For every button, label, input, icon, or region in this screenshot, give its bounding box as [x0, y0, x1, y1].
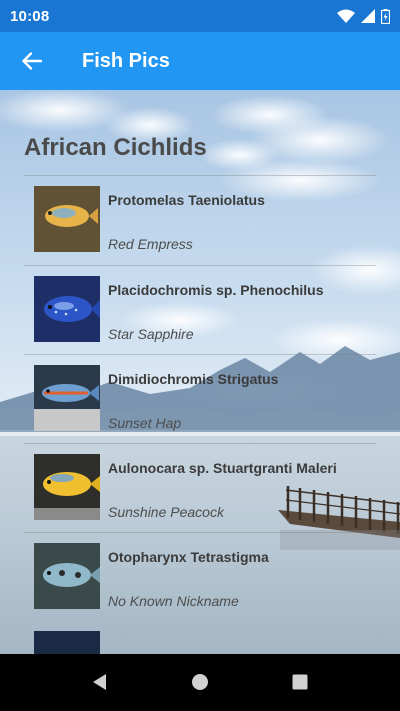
- status-icons: [337, 8, 390, 24]
- nav-bar: [0, 654, 400, 711]
- fish-thumbnail: [34, 186, 100, 252]
- wifi-icon: [337, 9, 355, 23]
- square-recents-icon: [292, 674, 308, 690]
- circle-home-icon: [192, 674, 208, 690]
- fish-list[interactable]: African Cichlids Protomelas Taeniolatus …: [0, 90, 400, 654]
- fish-name: Protomelas Taeniolatus: [108, 192, 265, 208]
- back-button[interactable]: [0, 32, 64, 90]
- battery-icon: [381, 8, 390, 24]
- fish-thumbnail: [34, 454, 100, 520]
- list-item[interactable]: Placidochromis sp. Phenochilus Star Sapp…: [24, 266, 376, 355]
- fish-nickname: Star Sapphire: [108, 326, 194, 342]
- app-bar: Fish Pics: [0, 32, 400, 90]
- fish-thumbnail: [34, 276, 100, 342]
- fish-nickname: Sunshine Peacock: [108, 504, 224, 520]
- fish-thumbnail: [34, 365, 100, 431]
- nav-home-button[interactable]: [180, 662, 220, 702]
- fish-name: Otopharynx Tetrastigma: [108, 549, 269, 565]
- list-item[interactable]: Dimidiochromis Strigatus Sunset Hap: [24, 355, 376, 444]
- status-time: 10:08: [10, 7, 50, 25]
- list-item[interactable]: Otopharynx Tetrastigma No Known Nickname: [24, 533, 376, 622]
- triangle-back-icon: [93, 674, 106, 690]
- nav-back-button[interactable]: [80, 662, 120, 702]
- fish-nickname: Sunset Hap: [108, 415, 182, 431]
- fish-name: Aulonocara sp. Stuartgranti Maleri: [108, 460, 337, 476]
- section-title: African Cichlids: [24, 134, 207, 161]
- fish-thumbnail-partial: [34, 631, 100, 654]
- fish-name: Placidochromis sp. Phenochilus: [108, 282, 324, 298]
- signal-icon: [361, 9, 375, 23]
- fish-nickname: Red Empress: [108, 236, 193, 252]
- list-item[interactable]: Aulonocara sp. Stuartgranti Maleri Sunsh…: [24, 444, 376, 533]
- fish-nickname: No Known Nickname: [108, 593, 239, 609]
- status-bar: 10:08: [0, 0, 400, 32]
- arrow-left-icon: [22, 52, 42, 70]
- list-item[interactable]: Protomelas Taeniolatus Red Empress: [24, 176, 376, 265]
- nav-recents-button[interactable]: [280, 662, 320, 702]
- content-area: African Cichlids Protomelas Taeniolatus …: [0, 90, 400, 654]
- fish-thumbnail: [34, 543, 100, 609]
- fish-name: Dimidiochromis Strigatus: [108, 371, 279, 387]
- app-title: Fish Pics: [82, 49, 170, 72]
